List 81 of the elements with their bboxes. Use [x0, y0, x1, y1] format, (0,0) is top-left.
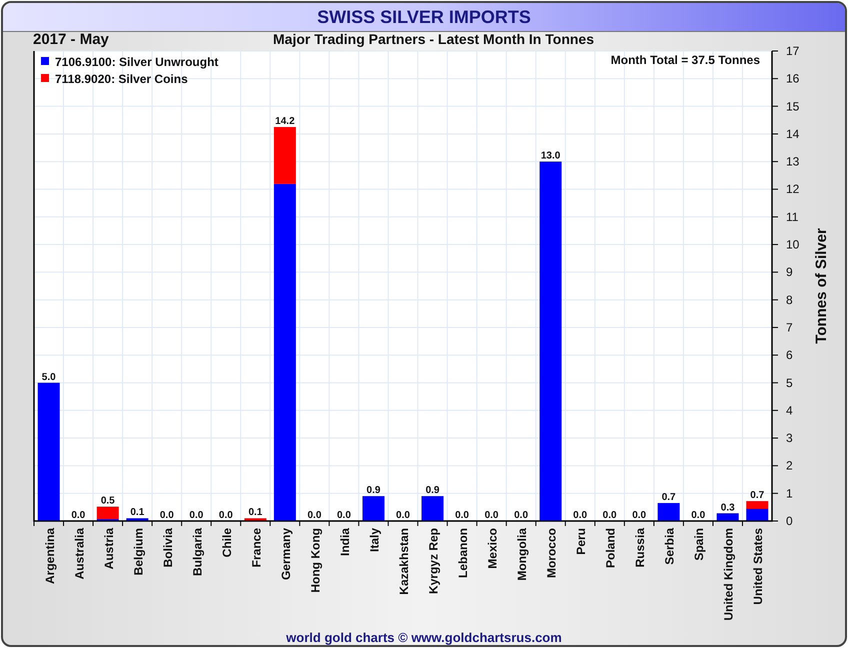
category-label: Morocco: [544, 528, 559, 578]
bar-segment: [422, 496, 444, 521]
axis-tick-label: 13: [786, 154, 800, 169]
value-label: 0.7: [662, 492, 676, 504]
axis-tick-label: 0: [786, 514, 793, 528]
axis-tick-label: 7: [786, 320, 793, 334]
category-label: Lebanon: [456, 528, 470, 578]
category-label: India: [338, 528, 352, 556]
category-label: Mongolia: [515, 528, 530, 581]
axis-tick-label: 5: [786, 376, 793, 390]
category-label: United Kingdom: [722, 528, 736, 621]
footer-credit: world gold charts © www.goldchartsrus.com: [286, 630, 562, 645]
value-label: 0.9: [426, 485, 440, 496]
value-label: 0.0: [602, 510, 617, 521]
category-label: Kyrgyz Rep: [426, 528, 441, 594]
category-label: Argentina: [42, 528, 57, 584]
axis-tick-label: 2: [786, 458, 793, 473]
category-label: Hong Kong: [308, 528, 322, 593]
category-label: Russia: [633, 528, 648, 568]
value-label: 0.7: [750, 490, 764, 502]
axis-tick-label: 6: [786, 348, 793, 362]
value-label: 0.1: [130, 507, 144, 518]
value-label: 0.0: [337, 510, 351, 521]
value-label: 0.0: [189, 510, 204, 521]
value-label: 0.0: [514, 510, 528, 521]
category-label: Germany: [278, 528, 293, 580]
category-label: Austria: [102, 528, 116, 570]
category-label: Poland: [604, 528, 618, 568]
category-label: Bulgaria: [190, 528, 204, 576]
value-label: 0.5: [100, 496, 115, 507]
legend-label: 7118.9020: Silver Coins: [55, 72, 188, 86]
category-label: France: [249, 528, 264, 568]
value-label: 0.9: [366, 485, 380, 496]
period-label: 2017 - May: [33, 30, 110, 48]
axis-tick-label: 8: [786, 292, 793, 307]
axis-tick-label: 15: [786, 99, 800, 114]
axis-tick-label: 12: [786, 182, 800, 196]
value-label: 0.0: [396, 510, 410, 521]
category-label: Italy: [367, 528, 382, 552]
axis-tick-label: 17: [786, 46, 800, 58]
value-label: 0.0: [632, 510, 646, 521]
value-label: 5.0: [42, 372, 56, 383]
value-label: 0.0: [691, 510, 706, 521]
category-label: Chile: [220, 528, 234, 558]
chart-subtitle: Major Trading Partners - Latest Month In Tonnes: [273, 31, 594, 47]
axis-title: Tonnes of Silver: [813, 228, 830, 344]
axis-tick-label: 11: [786, 210, 798, 224]
value-label: 0.0: [484, 510, 499, 521]
category-label: Spain: [692, 528, 706, 561]
value-label: 0.0: [160, 510, 174, 521]
value-label: 13.0: [540, 150, 560, 162]
category-label: Kazakhstan: [397, 528, 411, 595]
category-label: Serbia: [662, 528, 677, 565]
value-label: 0.0: [307, 510, 322, 521]
category-label: Mexico: [486, 528, 500, 569]
axis-tick-label: 9: [786, 265, 793, 280]
axis-tick-label: 14: [786, 126, 800, 141]
chart-title: SWISS SILVER IMPORTS: [317, 6, 531, 28]
bar-segment: [362, 496, 384, 521]
value-label: 0.1: [248, 507, 262, 518]
month-total: Month Total = 37.5 Tonnes: [610, 53, 760, 67]
value-label: 0.3: [720, 502, 735, 514]
legend-label: 7106.9100: Silver Unwrought: [55, 55, 218, 69]
category-label: United States: [751, 528, 766, 605]
category-label: Australia: [72, 528, 86, 580]
axis-tick-label: 10: [786, 238, 800, 252]
category-label: Peru: [574, 528, 588, 555]
value-label: 0.0: [455, 510, 469, 521]
bar-segment: [658, 503, 680, 521]
category-label: Belgium: [131, 528, 146, 576]
bar-segment: [244, 518, 266, 521]
value-label: 0.0: [573, 510, 588, 521]
axis-tick-label: 3: [786, 431, 793, 446]
axis-tick-label: 16: [786, 72, 800, 86]
axis-tick-label: 4: [786, 403, 793, 418]
axis-tick-label: 1: [786, 486, 793, 500]
value-label: 0.0: [71, 510, 86, 521]
bar-segment: [126, 518, 148, 521]
category-label: Bolivia: [160, 528, 175, 568]
value-label: 14.2: [275, 116, 295, 128]
value-label: 0.0: [218, 510, 233, 521]
